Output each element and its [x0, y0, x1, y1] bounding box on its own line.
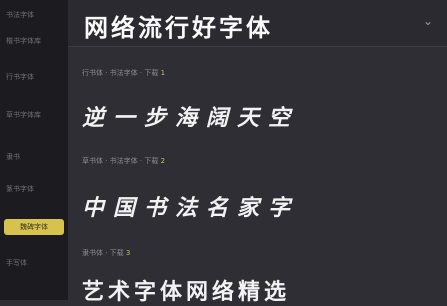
- sidebar-item-active[interactable]: 魏碑字体: [4, 219, 64, 235]
- chevron-down-icon[interactable]: ⌄: [423, 14, 433, 28]
- font-sample-0[interactable]: 逆一步海阔天空: [82, 100, 299, 132]
- font-sample-1[interactable]: 中国书法名家字: [82, 190, 299, 222]
- sidebar-item-5[interactable]: 篆书字体: [6, 184, 58, 194]
- main-content: 网络流行好字体 ⌄ 行书体 · 书法字体 · 下载 1 逆一步海阔天空 草书体 …: [68, 0, 447, 305]
- sidebar: 书法字体 楷书字体库 行书字体 草书字体库 隶书 篆书字体 魏碑字体 手写体: [0, 0, 68, 300]
- sidebar-item-3[interactable]: 草书字体库: [6, 110, 58, 120]
- sidebar-item-2[interactable]: 行书字体: [6, 72, 58, 82]
- section-label-text: 隶书体 · 下载: [82, 249, 124, 257]
- section-label-0: 行书体 · 书法字体 · 下载 1: [82, 68, 165, 78]
- sidebar-item-7[interactable]: 手写体: [6, 258, 58, 268]
- section-label-text: 行书体 · 书法字体 · 下载: [82, 69, 159, 77]
- section-label-2: 隶书体 · 下载 3: [82, 248, 130, 258]
- section-label-text: 草书体 · 书法字体 · 下载: [82, 157, 159, 165]
- divider: [68, 46, 447, 47]
- font-sample-2[interactable]: 艺术字体网络精选: [82, 274, 290, 306]
- sidebar-item-1[interactable]: 楷书字体库: [6, 36, 58, 46]
- app-window: 书法字体 楷书字体库 行书字体 草书字体库 隶书 篆书字体 魏碑字体 手写体 网…: [0, 0, 447, 305]
- section-label-highlight: 3: [125, 249, 131, 257]
- page-title: 网络流行好字体: [84, 13, 273, 42]
- header: 网络流行好字体 ⌄: [68, 0, 447, 46]
- section-label-highlight: 1: [160, 69, 166, 77]
- sidebar-item-0[interactable]: 书法字体: [6, 10, 58, 20]
- sidebar-item-4[interactable]: 隶书: [6, 152, 58, 162]
- section-label-highlight: 2: [160, 157, 166, 165]
- section-label-1: 草书体 · 书法字体 · 下载 2: [82, 156, 165, 166]
